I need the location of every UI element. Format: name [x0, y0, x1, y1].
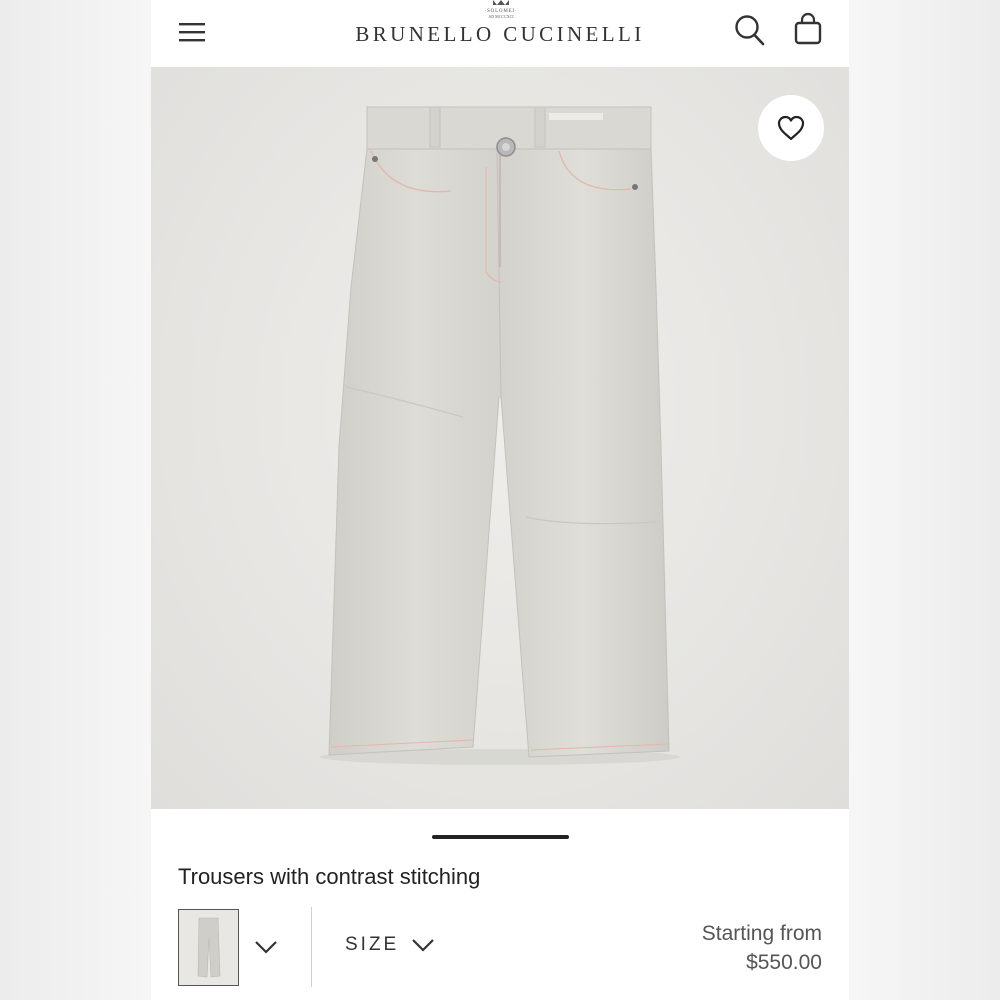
left-backdrop	[0, 0, 151, 1000]
product-page: ·SOLOMEI· AD MCCCXCI BRUNELLO CUCINELLI	[151, 0, 849, 1000]
size-selector[interactable]: SIZE	[345, 931, 435, 959]
svg-text:AD MCCCXCI: AD MCCCXCI	[488, 14, 514, 19]
shopping-bag-icon[interactable]	[793, 12, 823, 46]
product-image[interactable]	[151, 67, 849, 809]
chevron-down-icon	[412, 939, 435, 952]
price-prefix: Starting from	[701, 922, 822, 945]
search-icon[interactable]	[734, 13, 766, 47]
wishlist-button[interactable]	[758, 95, 824, 161]
trousers-thumbnail-icon	[179, 910, 238, 985]
crest-icon: ·SOLOMEI· AD MCCCXCI	[485, 0, 517, 19]
divider	[311, 907, 312, 987]
heart-outline-icon	[777, 115, 805, 141]
size-label: SIZE	[345, 934, 400, 955]
color-variant-thumbnail[interactable]	[178, 909, 239, 986]
price-block: Starting from $550.00	[702, 919, 822, 977]
top-header: ·SOLOMEI· AD MCCCXCI BRUNELLO CUCINELLI	[151, 0, 849, 67]
product-title: Trousers with contrast stitching	[178, 864, 481, 889]
trousers-illustration	[320, 106, 680, 765]
price-value: $550.00	[746, 951, 822, 974]
right-backdrop	[849, 0, 1000, 1000]
sheet-drag-handle[interactable]	[432, 835, 569, 839]
chevron-down-icon[interactable]	[254, 937, 278, 957]
product-info-sheet: Trousers with contrast stitching SIZE St…	[151, 809, 849, 1000]
